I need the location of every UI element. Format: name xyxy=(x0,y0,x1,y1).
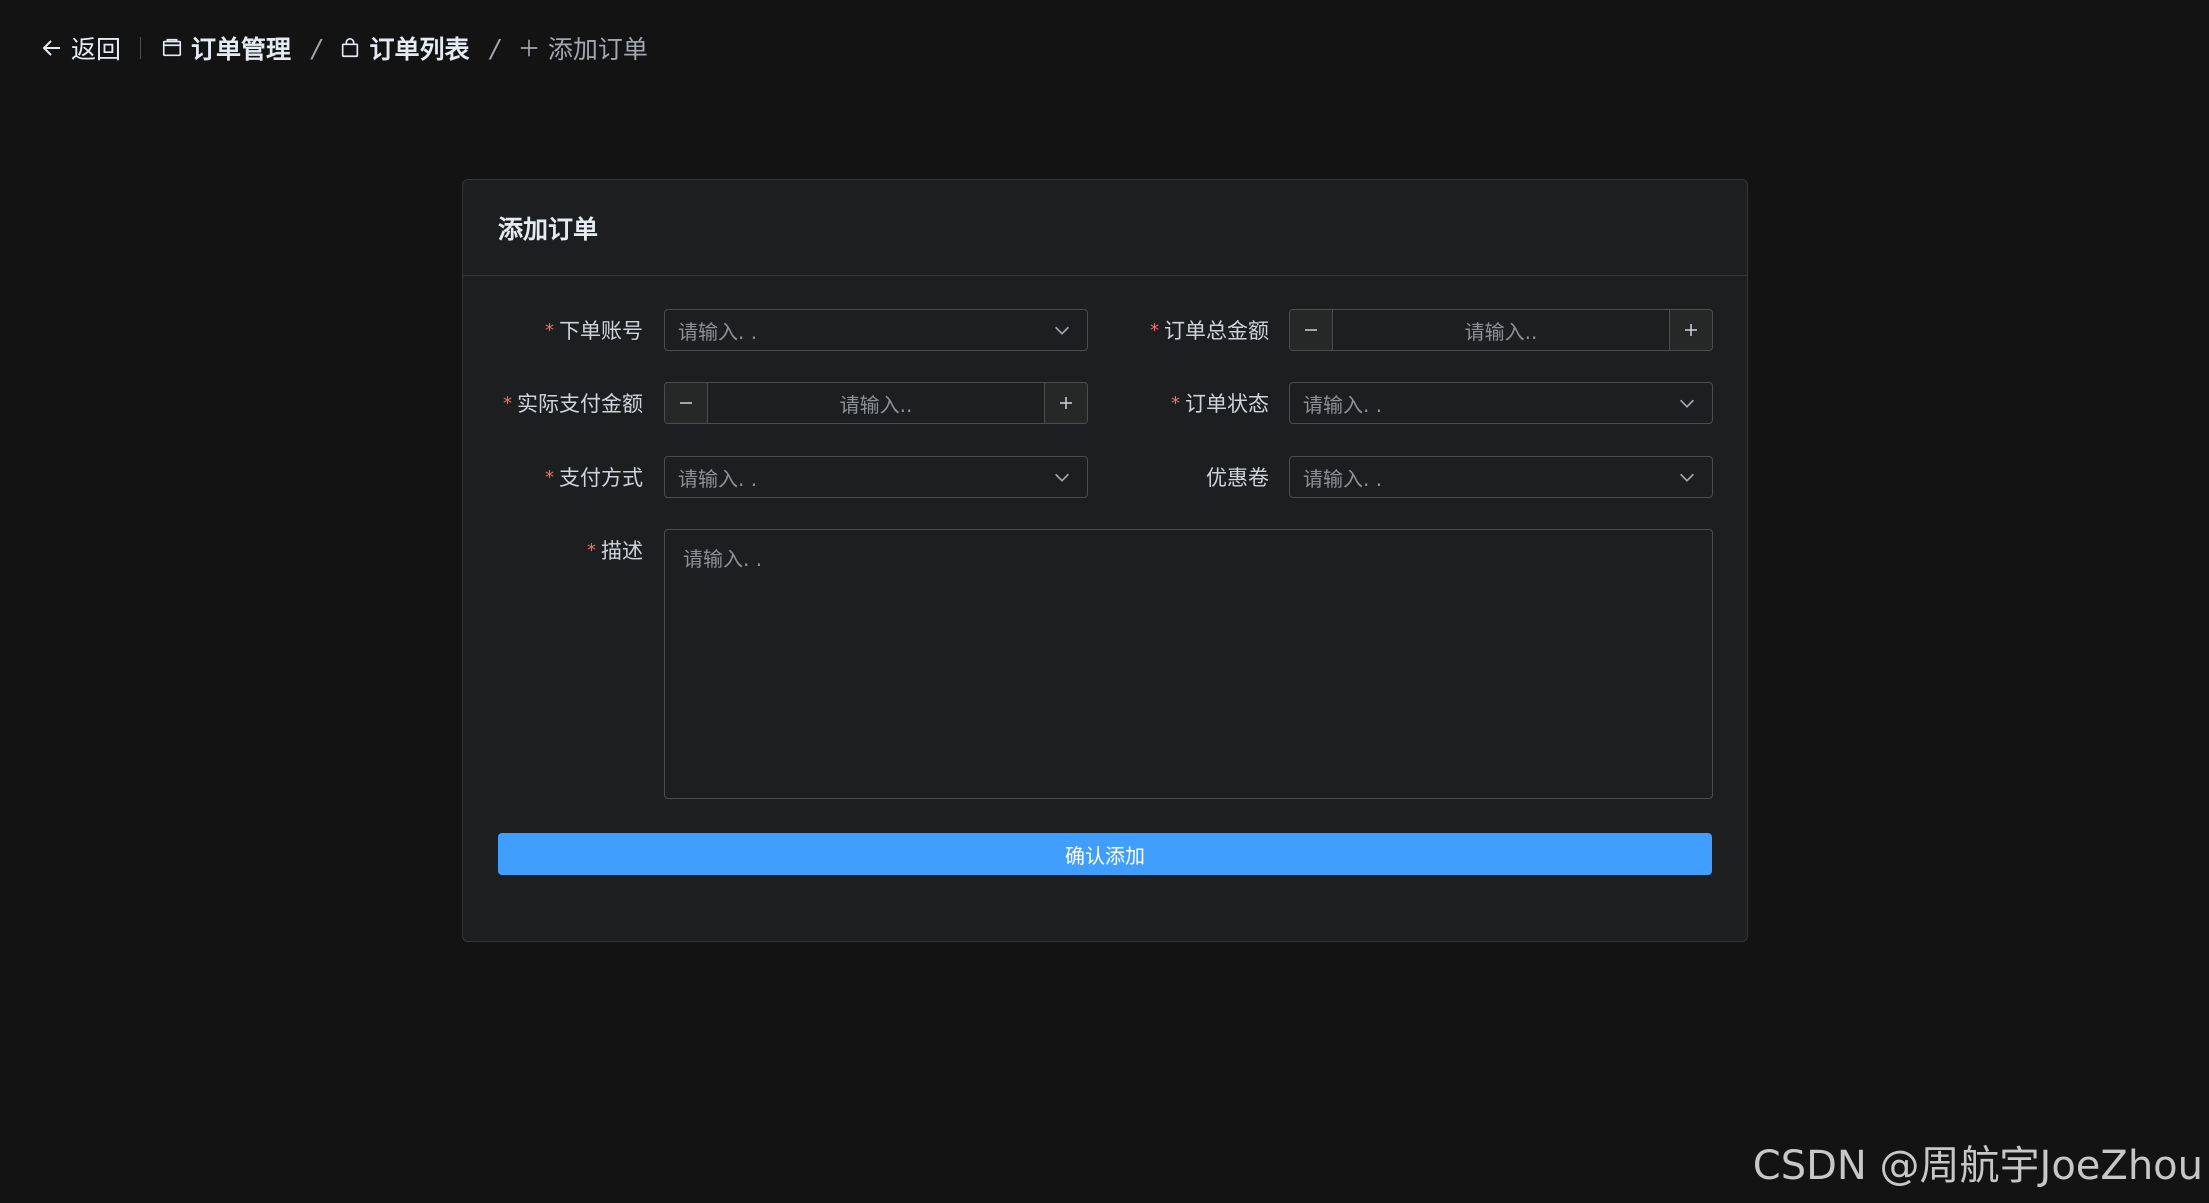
minus-icon xyxy=(680,402,692,404)
chevron-down-icon xyxy=(1679,399,1695,408)
arrow-left-icon xyxy=(42,40,60,56)
status-placeholder: 请输入. . xyxy=(1303,392,1383,417)
plus-icon xyxy=(1060,397,1072,409)
total-amount-label: * 订单总金额 xyxy=(1089,309,1269,351)
payment-method-select[interactable]: 请输入. . xyxy=(664,456,1088,498)
required-mark: * xyxy=(545,466,554,488)
breadcrumb-add-order: 添加订单 xyxy=(518,30,648,66)
paid-amount-label: * 实际支付金额 xyxy=(463,382,643,424)
breadcrumb-label: 订单管理 xyxy=(191,35,292,64)
box-icon xyxy=(162,38,182,57)
payment-method-placeholder: 请输入. . xyxy=(678,466,758,491)
paid-amount-label-text: 实际支付金额 xyxy=(517,392,643,416)
description-textarea[interactable]: 请输入. . xyxy=(664,529,1713,799)
coupon-placeholder: 请输入. . xyxy=(1303,466,1383,491)
description-label: * 描述 xyxy=(463,529,643,571)
payment-method-label: * 支付方式 xyxy=(463,456,643,498)
back-label: 返回 xyxy=(71,35,122,64)
account-select[interactable]: 请输入. . xyxy=(664,309,1088,351)
required-mark: * xyxy=(545,319,554,341)
decrease-button[interactable] xyxy=(665,383,708,423)
account-label: * 下单账号 xyxy=(463,309,643,351)
status-select[interactable]: 请输入. . xyxy=(1289,382,1713,424)
chevron-down-icon xyxy=(1054,326,1070,335)
coupon-label-text: 优惠卷 xyxy=(1206,466,1269,490)
description-label-text: 描述 xyxy=(601,539,643,563)
plus-icon xyxy=(1685,324,1697,336)
back-button[interactable]: 返回 xyxy=(40,30,121,66)
coupon-label: 优惠卷 xyxy=(1089,456,1269,498)
chevron-down-icon xyxy=(1054,473,1070,482)
watermark: CSDN @周航宇JoeZhou xyxy=(1752,1143,2203,1189)
confirm-add-button[interactable]: 确认添加 xyxy=(498,833,1712,875)
plus-icon xyxy=(520,39,538,57)
required-mark: * xyxy=(503,392,512,414)
payment-method-label-text: 支付方式 xyxy=(559,466,643,490)
header-divider xyxy=(140,37,142,59)
coupon-select[interactable]: 请输入. . xyxy=(1289,456,1713,498)
increase-button[interactable] xyxy=(1044,383,1087,423)
breadcrumb-order-management[interactable]: 订单管理 xyxy=(161,30,291,66)
chevron-down-icon xyxy=(1679,473,1695,482)
card-title: 添加订单 xyxy=(463,180,1747,276)
total-amount-input[interactable]: 请输入.. xyxy=(1333,316,1669,345)
breadcrumb-order-list[interactable]: 订单列表 xyxy=(339,30,469,66)
description-placeholder: 请输入. . xyxy=(683,547,763,571)
total-amount-stepper: 请输入.. xyxy=(1289,309,1713,351)
breadcrumb-separator: / xyxy=(312,33,321,63)
account-label-text: 下单账号 xyxy=(559,319,643,343)
required-mark: * xyxy=(587,539,596,561)
account-placeholder: 请输入. . xyxy=(678,319,758,344)
decrease-button[interactable] xyxy=(1290,310,1333,350)
breadcrumb-label: 订单列表 xyxy=(369,35,470,64)
breadcrumb-label: 添加订单 xyxy=(547,35,648,64)
required-mark: * xyxy=(1171,392,1180,414)
status-label-text: 订单状态 xyxy=(1185,392,1269,416)
paid-amount-input[interactable]: 请输入.. xyxy=(708,389,1044,418)
bag-icon xyxy=(342,38,359,58)
add-order-card: 添加订单 * 下单账号 请输入. . * 订单总金额 请输入.. * 实际支付金… xyxy=(462,179,1748,942)
increase-button[interactable] xyxy=(1669,310,1712,350)
required-mark: * xyxy=(1150,319,1159,341)
status-label: * 订单状态 xyxy=(1089,382,1269,424)
breadcrumb-separator: / xyxy=(490,33,499,63)
total-amount-label-text: 订单总金额 xyxy=(1164,319,1269,343)
page-header: 返回 订单管理 / 订单列表 / 添加订单 xyxy=(40,26,648,70)
paid-amount-stepper: 请输入.. xyxy=(664,382,1088,424)
minus-icon xyxy=(1305,329,1317,331)
